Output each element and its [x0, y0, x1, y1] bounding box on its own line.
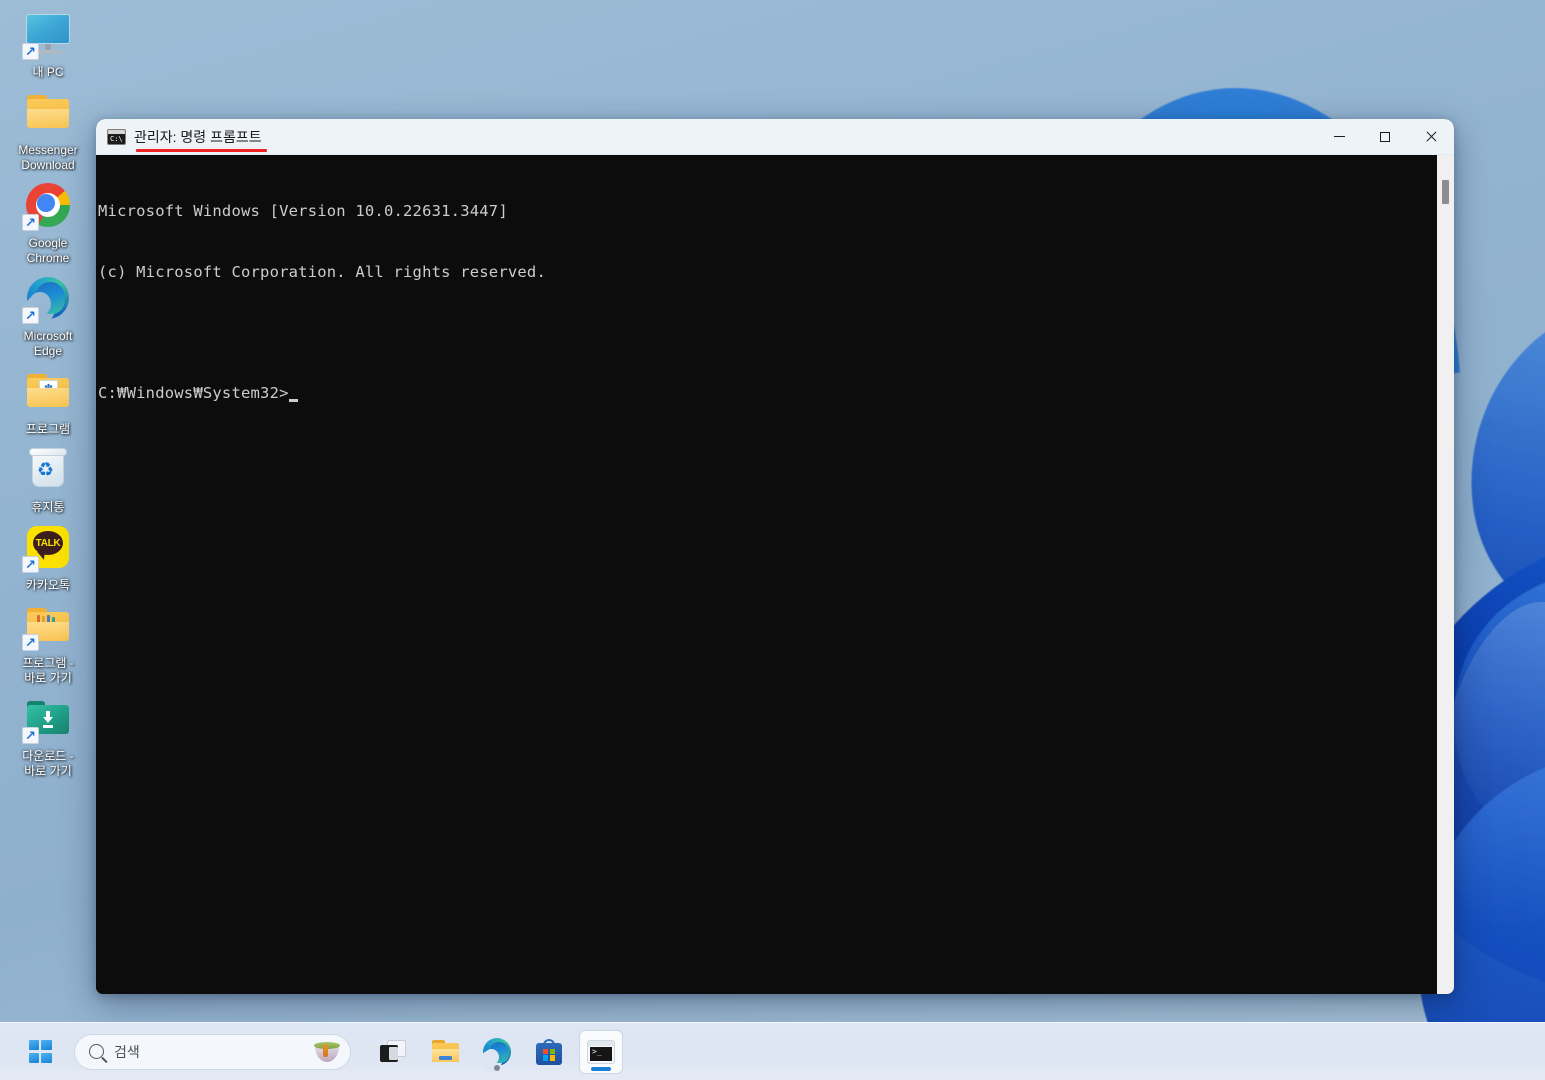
desktop-icon-label: Microsoft Edge [23, 329, 73, 358]
active-indicator [591, 1066, 611, 1071]
desktop-icon-program[interactable]: ✽ 프로그램 [0, 363, 96, 439]
taskbar-apps [371, 1029, 623, 1074]
desktop-icon-download-shortcut[interactable]: 다운로드 -바로 가기 [0, 690, 96, 781]
console-scrollbar[interactable] [1437, 155, 1454, 994]
desktop-icon-label: 휴지통 [31, 500, 65, 514]
close-button[interactable] [1408, 119, 1454, 155]
desktop[interactable]: 내 PC MessengerDownload GoogleChrome Micr… [0, 0, 1545, 1080]
title-underline-annotation [136, 148, 267, 152]
search-input[interactable]: 검색 [74, 1033, 351, 1070]
folder-icon [24, 88, 72, 136]
desktop-icon-label: Messenger Download [18, 143, 78, 172]
command-prompt-window[interactable]: 관리자: 명령 프롬프트 Microsoft Windows [Version … [96, 119, 1454, 994]
shortcut-badge-icon [22, 727, 39, 744]
console-line: Microsoft Windows [Version 10.0.22631.34… [98, 202, 508, 221]
window-titlebar[interactable]: 관리자: 명령 프롬프트 [96, 119, 1454, 155]
desktop-icon-label: 카카오톡 [25, 578, 71, 592]
edge-icon [22, 274, 72, 327]
taskbar-item-microsoft-store[interactable] [527, 1030, 571, 1074]
desktop-icon-my-pc[interactable]: 내 PC [0, 6, 96, 82]
desktop-icon-google-chrome[interactable]: GoogleChrome [0, 177, 96, 268]
taskbar-item-microsoft-edge[interactable] [475, 1030, 519, 1074]
file-explorer-icon [431, 1039, 460, 1064]
window-controls [1316, 119, 1454, 155]
shortcut-badge-icon [22, 634, 39, 651]
close-icon [1425, 131, 1437, 143]
desktop-icon-microsoft-edge[interactable]: MicrosoftEdge [0, 270, 96, 361]
desktop-icon-grid: 내 PC MessengerDownload GoogleChrome Micr… [0, 6, 96, 783]
console-cursor [288, 399, 298, 403]
folder-stripes-icon [22, 601, 72, 651]
console-prompt-text: C:₩Windows₩System32> [98, 384, 289, 403]
desktop-icon-label: 프로그램 [25, 422, 71, 436]
shortcut-badge-icon [22, 214, 39, 231]
desktop-icon-recycle-bin[interactable]: ♻ 휴지통 [0, 441, 96, 517]
minimize-icon [1333, 136, 1345, 137]
folder-document-icon: ✽ [24, 367, 72, 415]
desktop-icon-kakaotalk[interactable]: TALK 카카오톡 [0, 519, 96, 595]
taskbar-item-command-prompt[interactable] [579, 1029, 623, 1074]
console-prompt-line: C:₩Windows₩System32> [98, 383, 1437, 403]
kakaotalk-icon: TALK [22, 523, 72, 573]
shortcut-badge-icon [22, 307, 39, 324]
taskbar-item-file-explorer[interactable] [423, 1030, 467, 1074]
recycle-bin-icon: ♻ [24, 445, 72, 493]
scrollbar-thumb[interactable] [1442, 180, 1449, 204]
command-prompt-icon [587, 1039, 615, 1064]
microsoft-store-icon [536, 1038, 562, 1065]
minimize-button[interactable] [1316, 119, 1362, 155]
start-button[interactable] [18, 1030, 62, 1074]
desktop-icon-label: 다운로드 - 바로 가기 [22, 749, 74, 778]
titlebar-left: 관리자: 명령 프롬프트 [96, 128, 267, 152]
maximize-icon [1380, 131, 1390, 142]
desktop-icon-program-shortcut[interactable]: 프로그램 -바로 가기 [0, 597, 96, 688]
maximize-button[interactable] [1362, 119, 1408, 155]
command-prompt-icon [107, 128, 126, 145]
shortcut-badge-icon [22, 556, 39, 573]
task-view-icon [379, 1039, 407, 1064]
search-placeholder: 검색 [114, 1043, 140, 1060]
chrome-icon [22, 181, 72, 231]
desktop-icon-messenger-download[interactable]: Messenger Download [0, 84, 96, 175]
search-icon [89, 1044, 104, 1059]
monitor-icon [22, 10, 72, 60]
edge-icon [480, 1037, 511, 1072]
console-line: (c) Microsoft Corporation. All rights re… [98, 263, 546, 281]
download-folder-icon [22, 694, 72, 744]
desktop-icon-label: 내 PC [32, 65, 64, 79]
desktop-icon-label: Google Chrome [26, 236, 70, 265]
window-title: 관리자: 명령 프롬프트 [134, 128, 262, 145]
taskbar-item-task-view[interactable] [371, 1030, 415, 1074]
console-area[interactable]: Microsoft Windows [Version 10.0.22631.34… [96, 155, 1454, 994]
running-indicator [494, 1064, 500, 1071]
bowl-icon[interactable] [314, 1041, 340, 1063]
windows-logo-icon [28, 1040, 52, 1063]
taskbar[interactable]: 검색 [0, 1022, 1545, 1080]
shortcut-badge-icon [22, 43, 39, 60]
console-output[interactable]: Microsoft Windows [Version 10.0.22631.34… [96, 155, 1437, 994]
desktop-icon-label: 프로그램 - 바로 가기 [22, 656, 74, 685]
